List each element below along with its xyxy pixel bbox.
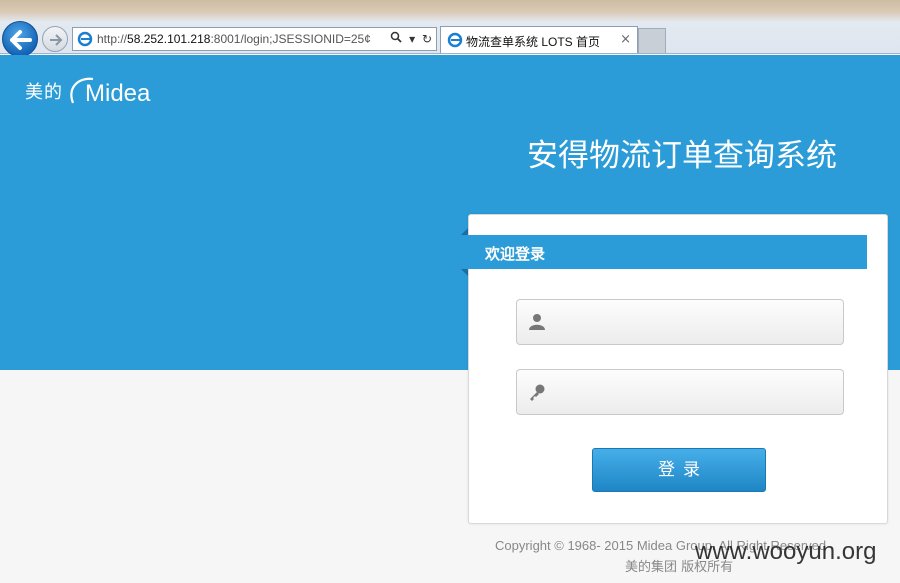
dropdown-icon[interactable]: ▾ [409, 32, 415, 46]
address-bar[interactable]: http://58.252.101.218:8001/login;JSESSIO… [72, 27, 437, 51]
password-field[interactable] [516, 369, 844, 415]
refresh-icon[interactable]: ↻ [422, 32, 432, 46]
svg-text:Midea: Midea [85, 80, 151, 107]
ribbon-fold [461, 269, 468, 276]
ribbon-fold [461, 228, 468, 235]
back-arrow-icon [10, 30, 32, 50]
forward-button[interactable] [42, 26, 68, 52]
tab-title: 物流查单系统 LOTS 首页 [466, 35, 601, 49]
login-button[interactable]: 登录 [592, 448, 766, 492]
watermark: www.wooyun.org [695, 538, 877, 565]
search-icon[interactable] [390, 31, 402, 46]
brand-cn: 美的 [25, 82, 63, 103]
username-field[interactable] [516, 299, 844, 345]
password-input[interactable] [555, 370, 835, 414]
browser-tab-active[interactable]: 物流查单系统 LOTS 首页 × [440, 26, 638, 53]
browser-toolbar: http://58.252.101.218:8001/login;JSESSIO… [0, 0, 900, 57]
user-icon [529, 314, 545, 330]
key-icon [530, 384, 545, 401]
midea-wordmark: Midea [70, 77, 151, 107]
ie-logo-icon [77, 31, 93, 47]
username-input[interactable] [555, 300, 835, 344]
tab-close-icon[interactable]: × [620, 32, 631, 47]
midea-logo: 美的 Midea [25, 73, 169, 109]
new-tab-button[interactable] [638, 28, 666, 53]
forward-arrow-icon [50, 34, 63, 46]
back-button[interactable] [2, 21, 38, 57]
system-title: 安得物流订单查询系统 [527, 138, 837, 174]
ie-logo-icon [447, 32, 463, 48]
address-url[interactable]: http://58.252.101.218:8001/login;JSESSIO… [97, 32, 382, 46]
welcome-heading: 欢迎登录 [485, 245, 546, 263]
